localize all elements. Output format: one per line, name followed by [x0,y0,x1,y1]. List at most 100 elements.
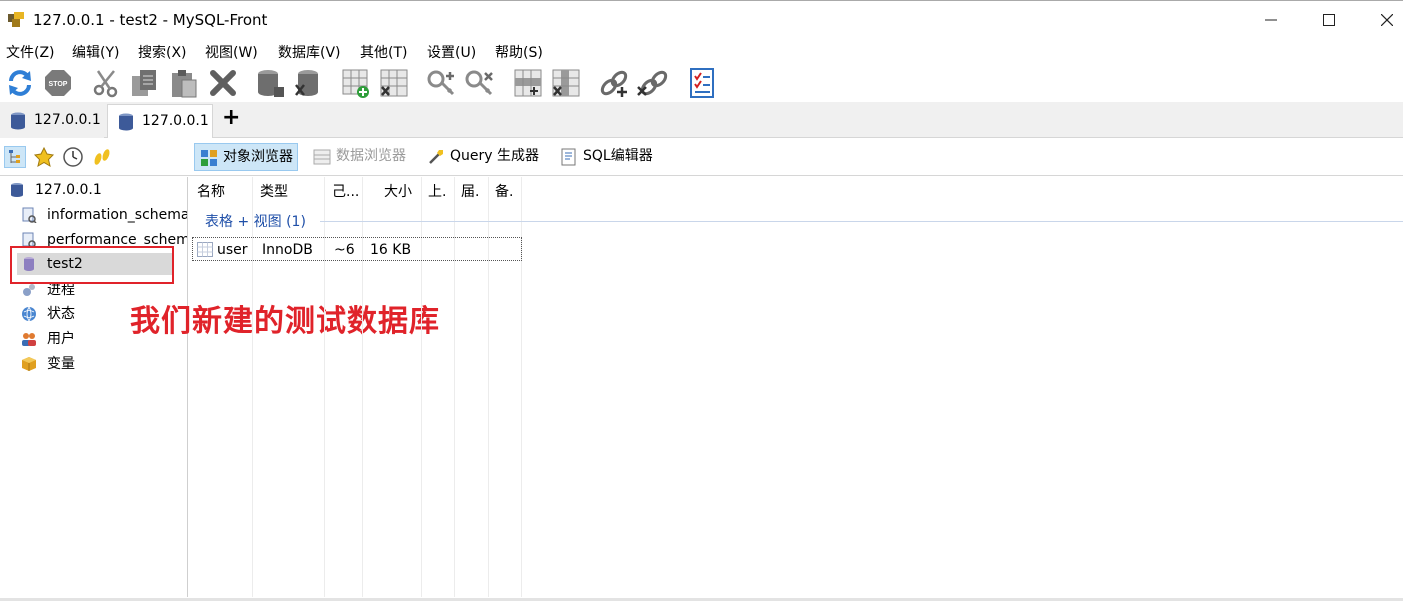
menu-bar: 文件(Z) 编辑(Y) 搜索(X) 视图(W) 数据库(V) 其他(T) 设置(… [0,40,1403,62]
query-builder-label: Query 生成器 [450,148,539,164]
data-browser-icon [313,149,331,165]
delete-icon [210,70,236,96]
create-user-button[interactable] [426,67,458,99]
maximize-button[interactable] [1300,1,1358,39]
tree-item-variables[interactable]: 变量 [21,353,187,375]
close-button[interactable] [1358,1,1403,39]
sql-editor-icon [561,148,576,166]
column-header-rows[interactable]: 己... [332,177,359,207]
column-header-comment[interactable]: 备. [495,177,513,207]
variables-icon [22,357,36,371]
menu-edit[interactable]: 编辑(Y) [72,42,119,62]
remove-link-button[interactable] [636,67,668,99]
menu-settings[interactable]: 设置(U) [427,42,476,62]
database-tree: 127.0.0.1 information_schema performance… [0,177,188,597]
cell-name: user [217,242,248,258]
drop-table-icon [380,69,408,97]
menu-database[interactable]: 数据库(V) [278,42,341,62]
server-database-icon [11,183,23,197]
database-schema-icon [22,207,37,223]
favorites-icon [33,146,55,168]
properties-button[interactable] [686,67,718,99]
tree-item-information-schema[interactable]: information_schema [21,204,187,226]
drop-field-button[interactable] [550,67,582,99]
status-icon [22,306,36,322]
cell-size: 16 KB [370,242,412,258]
favorites-button[interactable] [33,146,55,168]
tree-item-label: information_schema [47,207,187,223]
data-browser-label: 数据浏览器 [336,148,406,164]
tree-icon [9,150,20,163]
column-header-updated[interactable]: 上. [428,177,446,207]
view-toolbar: 对象浏览器 数据浏览器 Query 生成器 SQL编辑器 [0,140,1403,176]
drop-field-icon [552,69,580,97]
drop-user-button[interactable] [464,67,496,99]
tree-root-server[interactable]: 127.0.0.1 [9,179,187,201]
delete-button[interactable] [207,67,239,99]
tab-label: 127.0.0.1 [34,112,101,128]
query-builder-icon [429,150,443,164]
stop-icon: STOP [45,70,71,96]
object-browser-label: 对象浏览器 [223,149,293,165]
object-browser-button[interactable]: 对象浏览器 [194,143,298,171]
clock-icon [63,147,83,167]
tab-connection-2[interactable]: 127.0.0.1 [107,104,213,138]
sql-editor-button[interactable]: SQL编辑器 [555,143,657,171]
group-header-tables-views[interactable]: 表格 + 视图 (1) [205,211,306,231]
drop-table-button[interactable] [378,67,410,99]
cut-icon [93,70,118,98]
add-link-button[interactable] [598,67,630,99]
users-icon [22,333,36,346]
column-header-type[interactable]: 类型 [260,177,288,207]
drop-user-icon [465,70,493,96]
query-builder-button[interactable]: Query 生成器 [422,143,543,171]
menu-view[interactable]: 视图(W) [205,42,258,62]
database-icon [119,113,133,131]
title-bar: 127.0.0.1 - test2 - MySQL-Front [0,0,1403,38]
svg-text:STOP: STOP [49,81,68,88]
menu-other[interactable]: 其他(T) [360,42,407,62]
menu-help[interactable]: 帮助(S) [495,42,543,62]
window-title: 127.0.0.1 - test2 - MySQL-Front [33,11,268,29]
tree-item-label: 用户 [47,331,75,347]
add-field-button[interactable] [512,67,544,99]
sql-editor-label: SQL编辑器 [583,148,653,164]
paste-icon [172,70,197,98]
refresh-button[interactable] [4,67,36,99]
copy-button[interactable] [128,67,160,99]
create-database-icon [258,70,284,97]
column-header-size[interactable]: 大小 [384,177,412,207]
cut-button[interactable] [90,67,122,99]
table-icon [197,242,213,257]
tab-connection-1[interactable]: 127.0.0.1 [0,104,104,138]
create-user-icon [427,70,455,96]
annotation-highlight-box [10,246,174,284]
tree-view-button[interactable] [4,146,26,168]
minimize-button[interactable] [1242,1,1300,39]
object-list: 名称 类型 己... 大小 上. 届. 备. 表格 + 视图 (1) user … [190,177,1403,597]
stop-button[interactable]: STOP [42,67,74,99]
tree-root-label: 127.0.0.1 [35,182,102,198]
table-row[interactable]: user InnoDB ~6 16 KB [192,237,522,261]
add-tab-button[interactable]: + [222,106,240,130]
tab-label: 127.0.0.1 [142,113,209,129]
menu-search[interactable]: 搜索(X) [138,42,187,62]
drop-database-icon [295,70,318,96]
add-field-icon [514,69,542,97]
properties-icon [690,68,714,98]
paste-button[interactable] [168,67,200,99]
drop-database-button[interactable] [292,67,324,99]
data-browser-button[interactable]: 数据浏览器 [308,143,410,171]
maximize-icon [1323,14,1335,26]
connection-tab-strip: 127.0.0.1 127.0.0.1 + [0,102,1403,138]
group-divider [320,221,1403,222]
copy-icon [132,70,156,96]
sql-history-button[interactable] [91,146,113,168]
create-database-button[interactable] [254,67,286,99]
menu-file[interactable]: 文件(Z) [6,42,55,62]
create-table-button[interactable] [340,67,372,99]
history-button[interactable] [62,146,84,168]
column-header-attribute[interactable]: 届. [461,177,479,207]
column-header-name[interactable]: 名称 [197,177,225,207]
close-icon [1381,14,1393,26]
